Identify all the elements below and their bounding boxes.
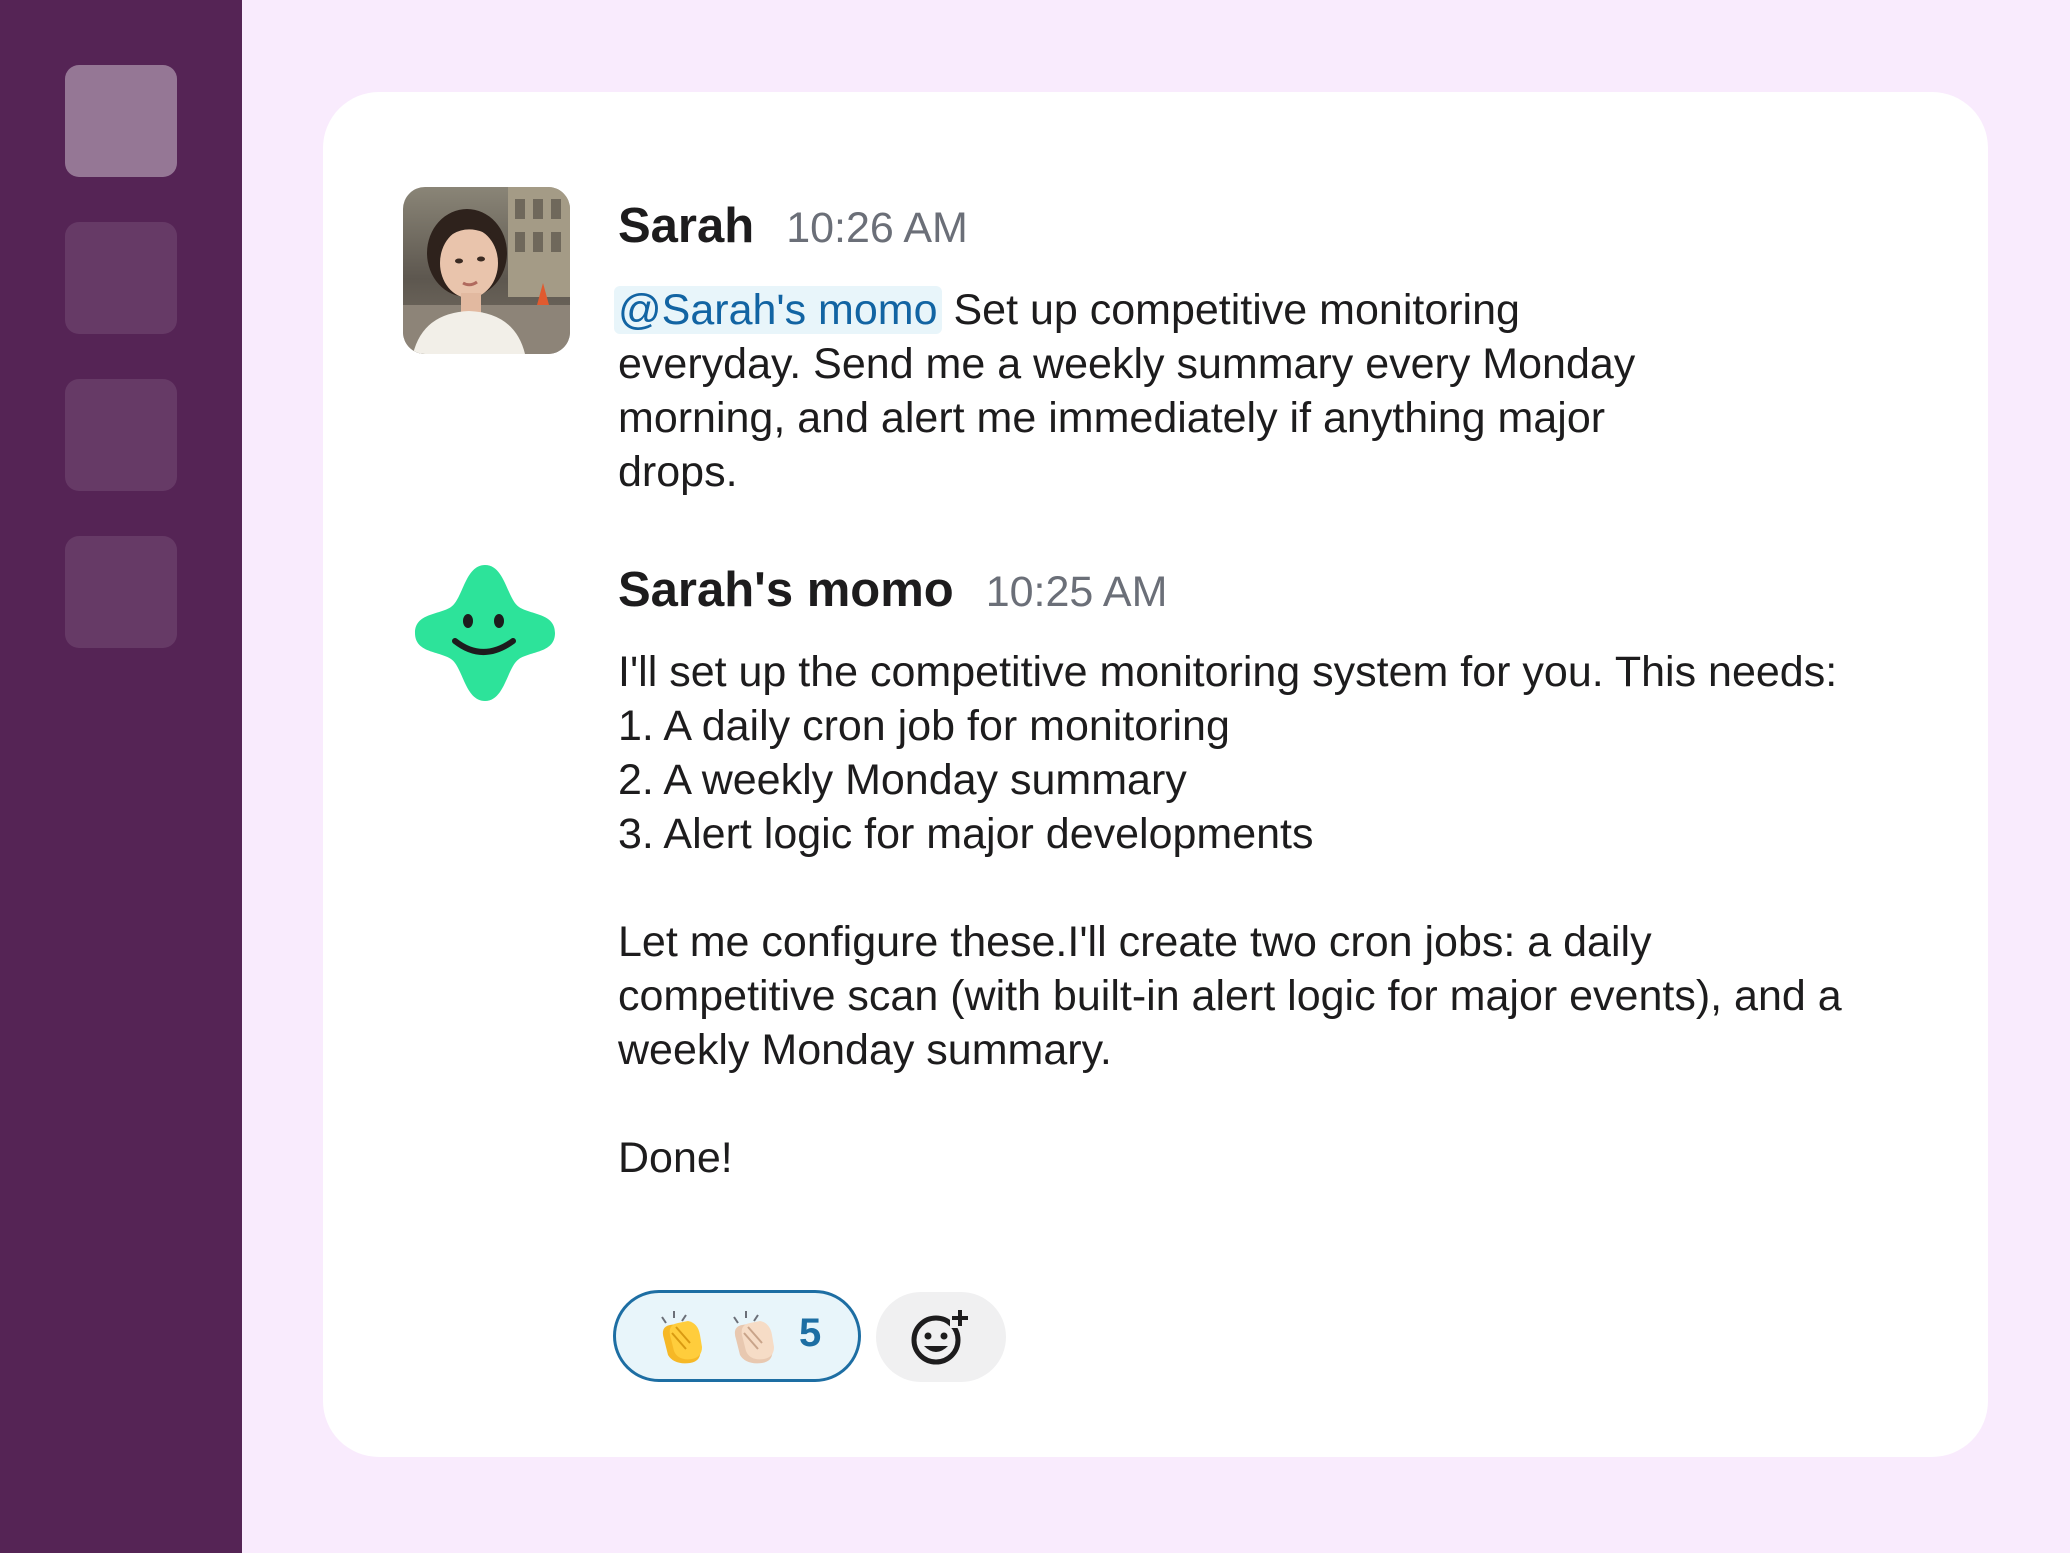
message-header: Sarah's momo 10:25 AM xyxy=(618,562,1167,618)
sender-name[interactable]: Sarah's momo xyxy=(618,563,954,617)
clapping-hands-light-icon xyxy=(733,1311,774,1364)
message-line: Let me configure these.I'll create two c… xyxy=(618,918,1842,1074)
timestamp[interactable]: 10:26 AM xyxy=(786,204,968,252)
message-text: @Sarah's momo Set up competitive monitor… xyxy=(614,283,1668,499)
list-item: 3. Alert logic for major developments xyxy=(618,810,1314,858)
reaction-clap[interactable]: 5 xyxy=(613,1290,861,1382)
message-panel: Sarah 10:26 AM @Sarah's momo Set up compe… xyxy=(323,92,1988,1457)
message-header: Sarah 10:26 AM xyxy=(618,198,968,254)
add-reaction-icon xyxy=(911,1308,970,1365)
mention-link[interactable]: @Sarah's momo xyxy=(614,286,942,334)
workspace-tile-4[interactable] xyxy=(65,536,177,648)
workspace-tile-1[interactable] xyxy=(65,65,177,177)
clapping-hands-icon xyxy=(661,1311,702,1364)
momo-bot-avatar[interactable] xyxy=(411,559,559,707)
user-photo-icon xyxy=(403,187,570,354)
list-item: 1. A daily cron job for monitoring xyxy=(618,702,1230,750)
message-line: Done! xyxy=(618,1134,733,1182)
timestamp[interactable]: 10:25 AM xyxy=(986,568,1168,616)
momo-bot-icon xyxy=(415,565,555,701)
message-text: I'll set up the competitive monitoring s… xyxy=(618,645,1868,1185)
workspace-sidebar xyxy=(0,0,242,1553)
reaction-count: 5 xyxy=(799,1311,822,1355)
sender-name[interactable]: Sarah xyxy=(618,199,754,253)
workspace-tile-3[interactable] xyxy=(65,379,177,491)
message-line: I'll set up the competitive monitoring s… xyxy=(618,648,1838,696)
workspace-tile-2[interactable] xyxy=(65,222,177,334)
list-item: 2. A weekly Monday summary xyxy=(618,756,1187,804)
avatar[interactable] xyxy=(403,187,570,354)
add-reaction-button[interactable] xyxy=(876,1292,1006,1382)
